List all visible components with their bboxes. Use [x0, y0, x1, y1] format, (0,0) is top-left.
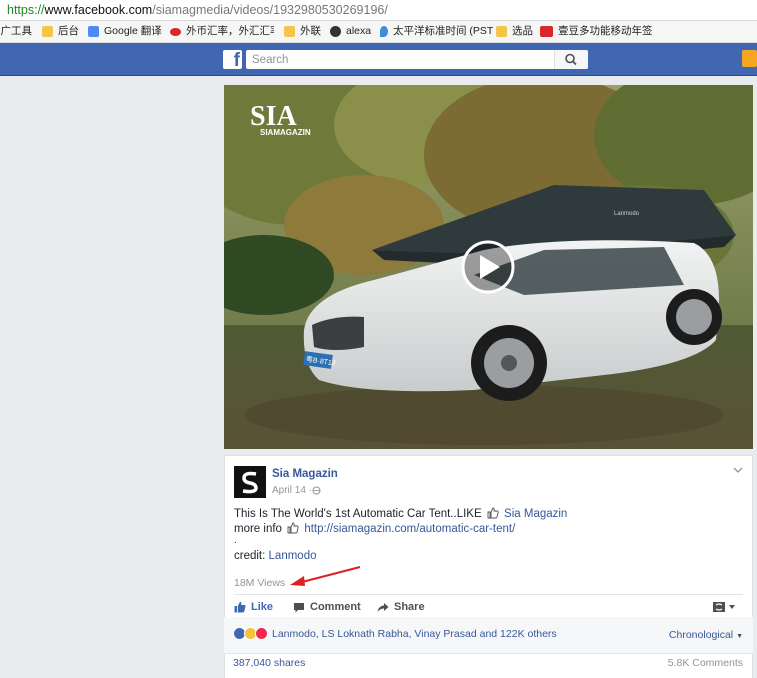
credit-label: credit: [234, 550, 266, 562]
comment-order-label: Chronological [668, 629, 734, 641]
post-text: This Is The World's 1st Automatic Car Te… [234, 508, 482, 520]
alexa-icon [330, 26, 341, 37]
bookmark-item-backend[interactable]: 后台 [42, 21, 79, 42]
bookmark-item-alexa[interactable]: alexa [330, 21, 371, 42]
bookmark-item-currency[interactable]: 外币汇率，外汇汇率 [170, 21, 274, 42]
like-button[interactable]: Like [234, 596, 273, 618]
sia-logo-icon [242, 471, 258, 494]
url-path: /siamagmedia/videos/1932980530269196/ [152, 3, 388, 17]
address-bar[interactable]: https://www.facebook.com/siamagmedia/vid… [0, 0, 757, 21]
extension-icon[interactable] [742, 50, 757, 67]
bookmark-label: 外联 [300, 25, 321, 37]
caret-down-icon: ▼ [736, 633, 743, 640]
chevron-down-icon[interactable] [733, 466, 743, 474]
shares-count-link[interactable]: 387,040 shares [233, 657, 305, 669]
like-label: Like [251, 601, 274, 613]
page-mention-link[interactable]: Sia Magazin [504, 508, 567, 520]
bookmark-label: alexa [346, 25, 372, 37]
post-date[interactable]: April 14 · [272, 485, 312, 496]
external-link[interactable]: http://siamagazin.com/automatic-car-tent… [304, 523, 515, 535]
jd-icon [540, 26, 553, 37]
bookmark-item-selection[interactable]: 选品 [496, 21, 533, 42]
share-button[interactable]: Share [377, 596, 425, 618]
location-pin-icon [380, 26, 388, 37]
search-box [246, 50, 588, 70]
video-player[interactable]: SIA SIAMAGAZIN Lanmodo 粤B·8T12 [224, 85, 753, 449]
globe-icon [312, 486, 321, 495]
credit-link[interactable]: Lanmodo [269, 550, 317, 562]
url-host: www.facebook.com [44, 3, 153, 17]
love-reaction-icon [255, 627, 268, 640]
bookmark-item-jd[interactable]: 壹豆多功能移动年签 [540, 21, 653, 42]
bookmark-label: 太平洋标准时间 (PST [393, 25, 493, 37]
canopy-brand-text: Lanmodo [614, 211, 640, 217]
like-icon [234, 601, 246, 613]
comments-count-link[interactable]: 5.8K Comments [668, 657, 743, 669]
page-name-link[interactable]: Sia Magazin [272, 468, 338, 480]
page-avatar-dropdown-icon [713, 602, 735, 612]
bookmark-label: 外币汇率，外汇汇率 [186, 25, 274, 37]
facebook-logo-icon[interactable]: f [223, 50, 242, 69]
watermark-text: SIAMAGAZIN [260, 128, 311, 137]
search-button[interactable] [554, 50, 588, 69]
post-line-1: This Is The World's 1st Automatic Car Te… [234, 507, 567, 520]
reactions-summary[interactable]: Lanmodo, LS Loknath Rabha, Vinay Prasad … [233, 627, 557, 640]
post-dot: . [234, 535, 237, 546]
bookmark-label: Google 翻译 [104, 25, 162, 37]
url-scheme: https:// [7, 3, 45, 17]
divider [224, 653, 753, 654]
post-text: more info [234, 523, 282, 535]
folder-icon [42, 26, 53, 37]
currency-icon [170, 27, 181, 36]
comment-button[interactable]: Comment [293, 596, 361, 618]
audience-selector-button[interactable] [713, 596, 742, 618]
bookmarks-bar: 推广工具 后台 Google 翻译 外币汇率，外汇汇率 外联 alexa 太平洋… [0, 21, 757, 43]
bookmark-label: 后台 [58, 25, 79, 37]
post-line-2: more info http://siamagazin.com/automati… [234, 522, 515, 535]
avatar[interactable] [234, 466, 266, 498]
bookmark-item-google-translate[interactable]: Google 翻译 [88, 21, 162, 42]
reactions-area: Lanmodo, LS Loknath Rabha, Vinay Prasad … [224, 617, 753, 678]
bookmark-label: 推广工具 [0, 25, 32, 37]
post-line-credit: credit: Lanmodo [234, 550, 317, 562]
thumbs-up-icon [287, 522, 299, 534]
share-icon [377, 602, 389, 612]
folder-icon [284, 26, 295, 37]
comment-icon [294, 602, 304, 612]
view-count: 18M Views [234, 577, 286, 589]
translate-icon [88, 26, 99, 37]
comment-label: Comment [310, 601, 361, 613]
video-frame: SIA SIAMAGAZIN Lanmodo 粤B·8T12 [224, 85, 753, 449]
bookmark-item-outreach[interactable]: 外联 [284, 21, 321, 42]
bookmark-label: 选品 [512, 25, 533, 37]
bookmark-item-pst[interactable]: 太平洋标准时间 (PST [380, 21, 493, 42]
thumbs-up-icon [487, 507, 499, 519]
bookmark-label: 壹豆多功能移动年签 [558, 25, 653, 37]
reactions-text: Lanmodo, LS Loknath Rabha, Vinay Prasad … [272, 627, 557, 640]
folder-icon [496, 26, 507, 37]
search-input[interactable] [246, 50, 558, 70]
comment-order-dropdown[interactable]: Chronological ▼ [669, 629, 743, 641]
divider [234, 594, 743, 595]
search-icon [565, 53, 577, 66]
share-label: Share [394, 601, 425, 613]
bookmark-item-tools[interactable]: 推广工具 [0, 21, 32, 42]
